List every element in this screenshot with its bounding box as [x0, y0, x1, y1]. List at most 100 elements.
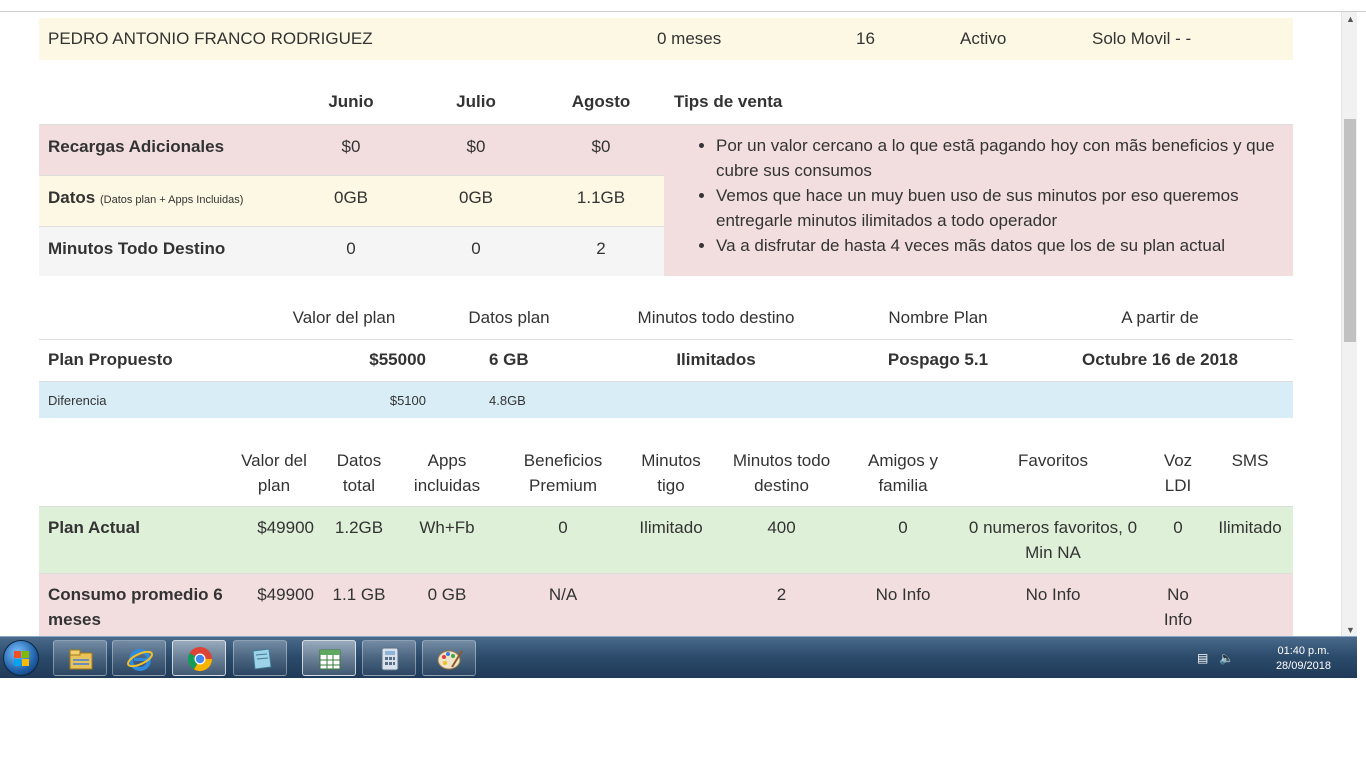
taskbar-chrome-button[interactable]: [172, 640, 226, 676]
actual-header: Beneficios Premium: [523, 451, 603, 495]
paint-palette-icon: [437, 650, 463, 670]
actual-cell: 0: [1173, 518, 1183, 537]
taskbar-paint-button[interactable]: [422, 640, 476, 676]
diferencia-row: Diferencia $5100 4.8GB: [39, 381, 1293, 418]
consumo-cell: No Info: [1163, 585, 1193, 629]
vertical-scrollbar[interactable]: ▲ ▼: [1341, 12, 1357, 636]
consumo-cell: No Info: [875, 585, 931, 604]
scroll-up-arrow-icon[interactable]: ▲: [1346, 14, 1355, 24]
plan-actual-row: Plan Actual $49900 1.2GB Wh+Fb 0 Ilimita…: [39, 506, 1293, 573]
tips-list: Por un valor cercano a lo que estã pagan…: [716, 133, 1276, 258]
row-label: Datos: [48, 188, 96, 207]
plan-valor: $55000: [369, 350, 426, 369]
diferencia-label: Diferencia: [48, 393, 107, 408]
start-button[interactable]: [3, 640, 39, 676]
actual-cell: 0 numeros favoritos, 0 Min NA: [968, 518, 1138, 562]
volume-icon[interactable]: 🔈: [1219, 651, 1234, 665]
actual-cell: Ilimitado: [639, 518, 703, 537]
actual-cell: Ilimitado: [1218, 518, 1282, 537]
network-icon[interactable]: ▤: [1197, 651, 1211, 665]
consumo-row-recargas: Recargas Adicionales $0 $0 $0: [39, 124, 664, 175]
customer-row: PEDRO ANTONIO FRANCO RODRIGUEZ 0 meses 1…: [39, 18, 1293, 60]
diferencia-datos: 4.8GB: [489, 393, 526, 408]
consumo-row-datos: Datos (Datos plan + Apps Incluidas) 0GB …: [39, 175, 664, 226]
blank-area: [0, 678, 1366, 768]
tip-item: Va a disfrutar de hasta 4 veces mãs dato…: [716, 233, 1276, 258]
consumo-cell: No Info: [1025, 585, 1081, 604]
windows-logo-icon: [14, 651, 30, 667]
month-header: Agosto: [571, 92, 631, 111]
tips-title: Tips de venta: [674, 92, 783, 111]
row-value: $0: [591, 137, 611, 156]
taskbar-ie-button[interactable]: [112, 640, 166, 676]
consumo-promedio-row: Consumo promedio 6 meses $49900 1.1 GB 0…: [39, 573, 1293, 636]
actual-cell: $49900: [257, 518, 314, 537]
browser-top-strip: [0, 0, 1366, 12]
plan-propuesto-row: Plan Propuesto $55000 6 GB Ilimitados Po…: [39, 339, 1293, 381]
row-value: 0GB: [333, 188, 369, 207]
consumo-promedio-label: Consumo promedio 6 meses: [48, 585, 223, 629]
plan-label: Plan Propuesto: [48, 350, 173, 369]
scrollbar-thumb[interactable]: [1344, 119, 1356, 342]
propuesto-header: Valor del plan: [292, 308, 396, 327]
tip-item: Por un valor cercano a lo que estã pagan…: [716, 133, 1276, 183]
row-value: $0: [341, 137, 361, 156]
month-header: Julio: [456, 92, 496, 111]
propuesto-header: Nombre Plan: [888, 308, 988, 327]
row-label-group: Datos (Datos plan + Apps Incluidas): [48, 188, 243, 208]
actual-header: Valor del plan: [241, 451, 307, 495]
actual-header: Favoritos: [1018, 451, 1088, 470]
customer-tipo: Solo Movil - -: [1092, 29, 1192, 48]
clock-date: 28/09/2018: [1275, 660, 1331, 672]
row-value: 0GB: [458, 188, 494, 207]
calculator-icon: [381, 647, 399, 671]
folder-icon: [69, 649, 93, 670]
plan-fecha: Octubre 16 de 2018: [1082, 350, 1238, 369]
consumo-row-minutos: Minutos Todo Destino 0 0 2: [39, 226, 664, 276]
windows-taskbar: ▤ 🔈 01:40 p.m. 28/09/2018: [0, 636, 1357, 678]
row-sublabel: (Datos plan + Apps Incluidas): [99, 194, 244, 206]
actual-header: Voz LDI: [1163, 451, 1193, 495]
customer-name: PEDRO ANTONIO FRANCO RODRIGUEZ: [48, 29, 373, 48]
consumo-cell: 1.1 GB: [332, 585, 386, 604]
taskbar-calculator-button[interactable]: [362, 640, 416, 676]
actual-header: SMS: [1231, 451, 1269, 470]
taskbar-explorer-button[interactable]: [53, 640, 107, 676]
row-value: 1.1GB: [576, 188, 626, 207]
row-value: $0: [466, 137, 486, 156]
plan-datos: 6 GB: [489, 350, 529, 369]
actual-cell: 0: [898, 518, 908, 537]
system-tray: ▤ 🔈 01:40 p.m. 28/09/2018: [1197, 637, 1357, 679]
row-label: Minutos Todo Destino: [48, 239, 226, 258]
plan-minutos: Ilimitados: [676, 350, 756, 369]
taskbar-spreadsheet-button[interactable]: [302, 640, 356, 676]
consumo-cell: $49900: [257, 585, 314, 604]
propuesto-header: Datos plan: [468, 308, 550, 327]
actual-header: Datos total: [336, 451, 382, 495]
clock-time: 01:40 p.m.: [1277, 645, 1330, 657]
diferencia-valor: $5100: [389, 393, 426, 408]
notebook-icon: [252, 648, 272, 670]
actual-cell: Wh+Fb: [419, 518, 475, 537]
propuesto-header: A partir de: [1121, 308, 1199, 327]
page-viewport: PEDRO ANTONIO FRANCO RODRIGUEZ 0 meses 1…: [0, 12, 1341, 636]
row-value: 2: [596, 239, 606, 258]
row-value: 0: [346, 239, 356, 258]
actual-header: Minutos todo destino: [732, 451, 831, 495]
consumo-cell: 0 GB: [427, 585, 467, 604]
actual-header: Amigos y familia: [868, 451, 938, 495]
actual-cell: 400: [767, 518, 796, 537]
chrome-icon: [187, 647, 212, 672]
actual-cell: 0: [558, 518, 568, 537]
consumo-cell: N/A: [548, 585, 578, 604]
customer-estado: Activo: [960, 29, 1007, 48]
actual-header: Minutos tigo: [641, 451, 701, 495]
scroll-down-arrow-icon[interactable]: ▼: [1346, 625, 1355, 635]
consumo-cell: 2: [776, 585, 787, 604]
month-header: Junio: [328, 92, 374, 111]
taskbar-clock[interactable]: 01:40 p.m. 28/09/2018: [1276, 644, 1331, 674]
taskbar-notebook-button[interactable]: [233, 640, 287, 676]
tips-panel: Por un valor cercano a lo que estã pagan…: [664, 124, 1293, 276]
plan-nombre: Pospago 5.1: [887, 350, 989, 369]
propuesto-header: Minutos todo destino: [637, 308, 795, 327]
